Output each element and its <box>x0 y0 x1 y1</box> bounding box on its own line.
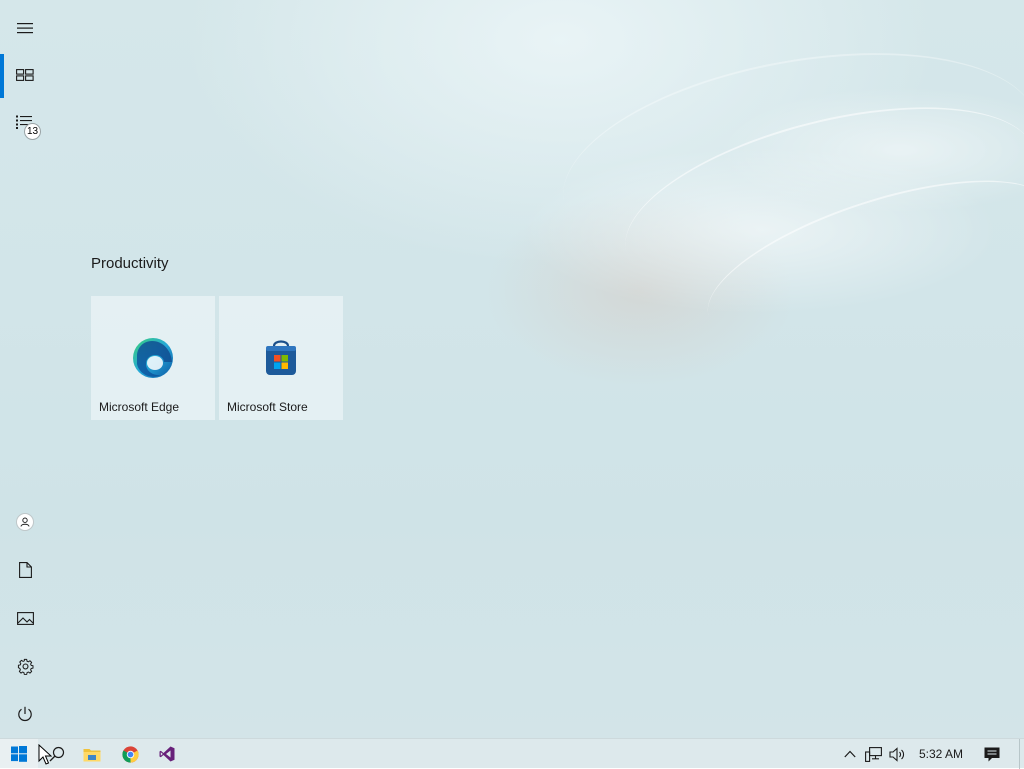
file-explorer-button[interactable] <box>73 739 111 769</box>
volume-icon <box>888 746 904 762</box>
chevron-up-icon <box>844 750 856 758</box>
network-button[interactable] <box>862 739 884 769</box>
gear-icon <box>17 658 34 675</box>
folder-icon <box>83 748 101 761</box>
clock[interactable]: 5:32 AM <box>912 739 970 769</box>
edge-icon <box>133 338 173 378</box>
all-apps-count-badge: 13 <box>24 123 41 140</box>
start-button[interactable] <box>0 739 38 769</box>
action-center-icon <box>984 747 1000 761</box>
documents-button[interactable] <box>0 546 50 594</box>
settings-button[interactable] <box>0 642 50 690</box>
windows-logo-icon <box>11 746 27 762</box>
power-icon <box>18 706 32 722</box>
all-apps-button[interactable]: 13 <box>0 99 50 147</box>
pictures-button[interactable] <box>0 594 50 642</box>
chrome-icon <box>121 745 139 763</box>
tiles-icon <box>16 69 34 81</box>
action-center-button[interactable] <box>980 739 1004 769</box>
expand-menu-button[interactable] <box>0 4 50 52</box>
pinned-tiles-button[interactable] <box>0 51 50 99</box>
store-icon <box>266 340 296 375</box>
power-button[interactable] <box>0 690 50 738</box>
tile-group-title[interactable]: Productivity <box>91 255 169 272</box>
network-icon <box>864 746 882 762</box>
hamburger-icon <box>17 23 33 34</box>
chrome-button[interactable] <box>111 739 149 769</box>
avatar <box>16 513 34 531</box>
volume-button[interactable] <box>886 739 908 769</box>
visual-studio-button[interactable] <box>148 739 186 769</box>
start-menu-rail: 13 <box>0 0 50 738</box>
taskbar: 5:32 AM <box>0 738 1024 769</box>
show-hidden-icons-button[interactable] <box>839 739 861 769</box>
show-desktop-button[interactable] <box>1019 739 1024 769</box>
user-icon <box>20 517 30 527</box>
microsoft-edge-tile[interactable]: Microsoft Edge <box>91 296 215 420</box>
picture-icon <box>16 611 34 625</box>
tile-label: Microsoft Edge <box>99 400 180 414</box>
visual-studio-icon <box>159 746 175 762</box>
microsoft-store-tile[interactable]: Microsoft Store <box>219 296 343 420</box>
mouse-cursor-icon <box>38 744 52 765</box>
account-button[interactable] <box>0 498 50 546</box>
document-icon <box>18 562 32 578</box>
tile-label: Microsoft Store <box>227 400 308 414</box>
